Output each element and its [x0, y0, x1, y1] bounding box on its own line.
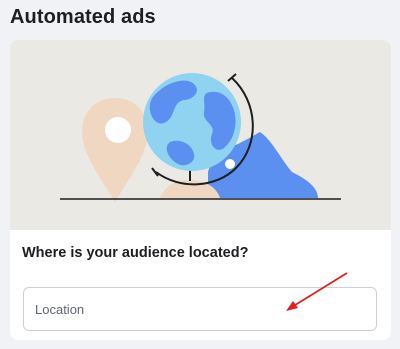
hero-illustration	[10, 40, 391, 230]
page-title: Automated ads	[10, 6, 156, 28]
audience-location-card: Where is your audience located?	[10, 40, 391, 340]
map-pin-icon	[82, 98, 148, 202]
globe-with-map-pin-illustration	[60, 73, 341, 202]
location-input[interactable]	[23, 287, 377, 331]
audience-location-question: Where is your audience located?	[22, 245, 249, 261]
globe-icon	[143, 73, 254, 186]
shape-dot-decoration	[225, 159, 235, 169]
